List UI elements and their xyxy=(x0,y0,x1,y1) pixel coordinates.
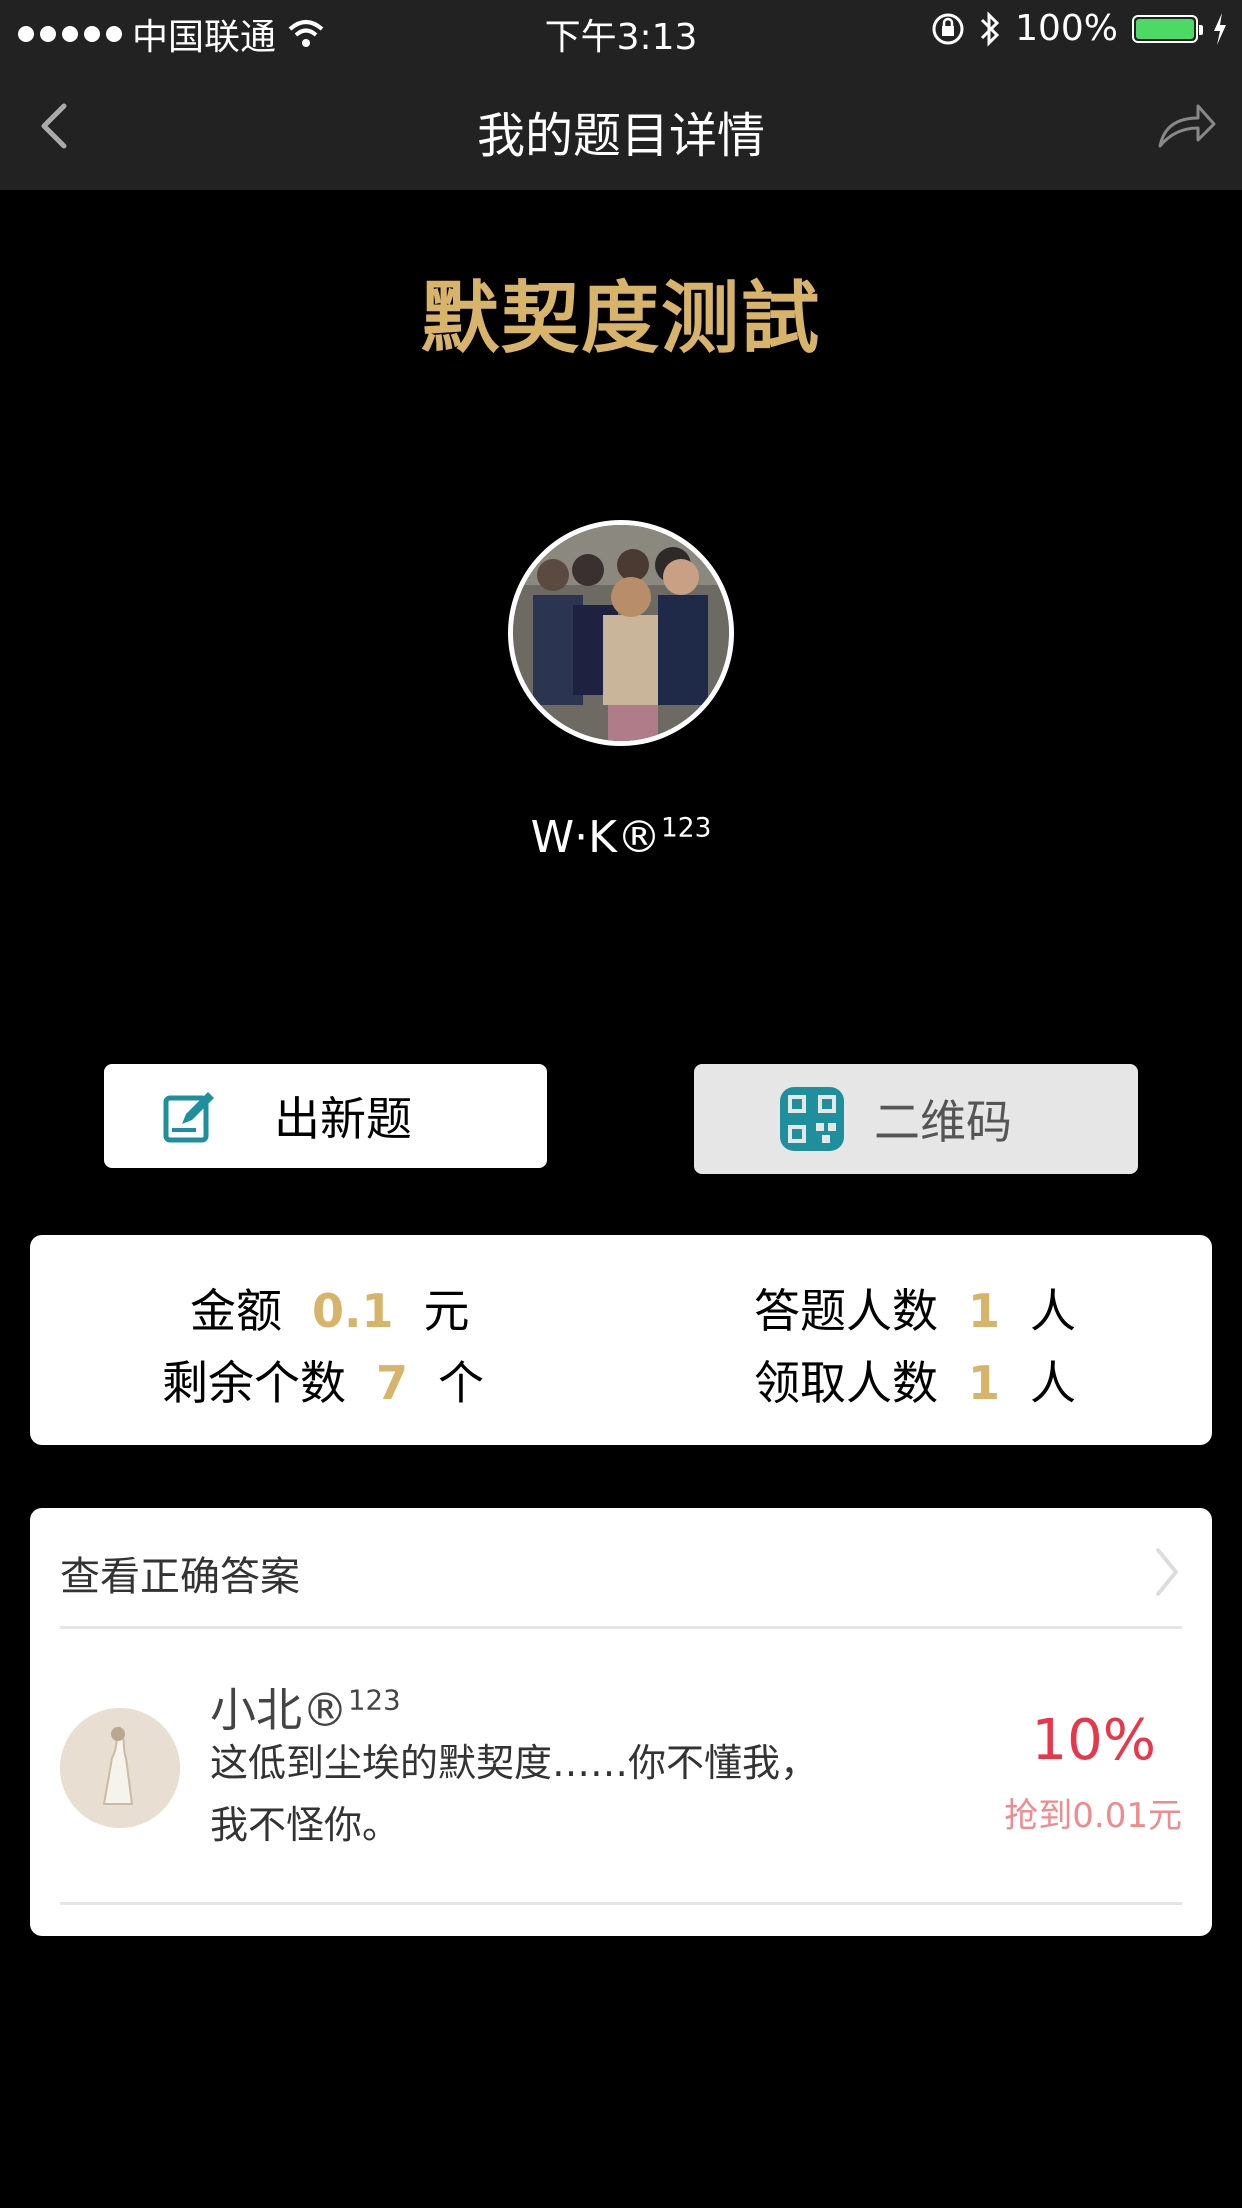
divider xyxy=(60,1626,1182,1629)
answered-value: 1 xyxy=(968,1284,1001,1338)
stats-card: 金额 0.1 元 答题人数 1 人 剩余个数 7 个 领取人数 1 人 xyxy=(30,1235,1212,1445)
edit-icon xyxy=(163,1092,214,1143)
nav-bar: 我的题目详情 xyxy=(0,62,1242,190)
stat-claimed: 领取人数 1 人 xyxy=(754,1347,1076,1413)
profile-avatar xyxy=(508,520,734,746)
qr-code-icon xyxy=(780,1087,844,1151)
commenter-name-text: 小北® xyxy=(210,1683,348,1737)
grabbed-amount: 抢到0.01元 xyxy=(1004,1796,1182,1836)
answered-unit: 人 xyxy=(1030,1284,1077,1338)
view-answers-label: 查看正确答案 xyxy=(60,1554,300,1600)
claimed-unit: 人 xyxy=(1030,1356,1077,1410)
username-sup: 123 xyxy=(660,812,712,844)
qr-code-button[interactable]: 二维码 xyxy=(694,1064,1138,1174)
page-title: 我的题目详情 xyxy=(476,108,765,164)
profile-username: W·K®123 xyxy=(0,812,1242,863)
chevron-right-icon xyxy=(1156,1548,1178,1596)
qr-code-label: 二维码 xyxy=(874,1095,1012,1149)
quiz-headline: 默契度测試 xyxy=(420,274,821,364)
answered-label: 答题人数 xyxy=(754,1284,938,1338)
new-question-button[interactable]: 出新题 xyxy=(104,1064,547,1168)
stat-amount: 金额 0.1 元 xyxy=(190,1275,470,1341)
rotation-lock-icon xyxy=(932,13,964,44)
amount-label: 金额 xyxy=(190,1284,282,1338)
bluetooth-icon xyxy=(981,10,1000,47)
answers-card: 查看正确答案 小北®123 这低到尘埃的默契度……你不懂我，我不怪你。 10% … xyxy=(30,1508,1212,1936)
remaining-unit: 个 xyxy=(438,1356,485,1410)
remaining-value: 7 xyxy=(376,1356,409,1410)
stat-answered: 答题人数 1 人 xyxy=(754,1275,1076,1341)
share-icon[interactable] xyxy=(1154,96,1218,156)
amount-value: 0.1 xyxy=(312,1284,394,1338)
divider xyxy=(60,1902,1182,1905)
remaining-label: 剩余个数 xyxy=(162,1356,346,1410)
stat-remaining: 剩余个数 7 个 xyxy=(162,1347,484,1413)
match-percent: 10% xyxy=(1031,1708,1156,1773)
username-text: W·K® xyxy=(530,812,661,863)
battery-icon xyxy=(1132,14,1203,43)
amount-unit: 元 xyxy=(423,1284,470,1338)
comment-text: 这低到尘埃的默契度……你不懂我，我不怪你。 xyxy=(210,1741,819,1847)
commenter-name-sup: 123 xyxy=(348,1683,401,1717)
charging-icon xyxy=(1214,12,1226,45)
avatar-photo xyxy=(513,525,729,741)
claimed-value: 1 xyxy=(968,1356,1001,1410)
commenter-avatar xyxy=(60,1708,180,1828)
status-bar: 中国联通 下午3:13 100% xyxy=(0,0,1242,62)
commenter-name: 小北®123 xyxy=(210,1674,401,1740)
battery-percent: 100% xyxy=(1015,8,1118,49)
status-right: 100% xyxy=(931,8,1228,49)
commenter-avatar-image xyxy=(60,1708,180,1828)
new-question-label: 出新题 xyxy=(274,1092,412,1146)
claimed-label: 领取人数 xyxy=(754,1356,938,1410)
